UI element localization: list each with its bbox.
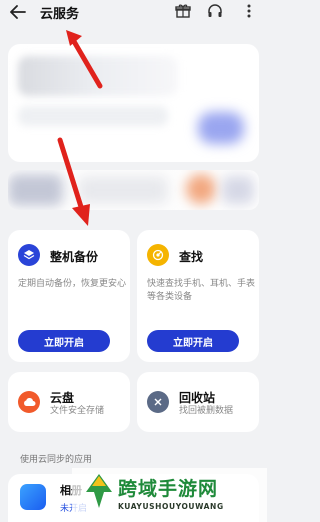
blurred-upgrade-button (198, 112, 244, 144)
annotation-arrow-icon (57, 137, 90, 226)
backup-desc: 定期自动备份，恢复更安心 (18, 279, 127, 289)
annotation-arrow-icon (66, 30, 103, 89)
recycle-bin-title: 回收站 (179, 391, 216, 405)
backup-enable-button[interactable]: 立即开启 (18, 330, 110, 352)
find-title: 查找 (179, 250, 204, 264)
recycle-bin-card[interactable]: 回收站 找回被删数据 (137, 372, 259, 432)
account-card[interactable] (8, 44, 259, 162)
back-arrow-icon[interactable] (8, 3, 28, 21)
top-bar: 云服务 (0, 0, 267, 28)
blurred-storage-info (18, 106, 168, 126)
backup-card[interactable]: 整机备份 定期自动备份，恢复更安心 立即开启 (8, 230, 130, 362)
recycle-icon (147, 391, 169, 413)
gallery-app-icon (20, 484, 46, 510)
more-vertical-icon[interactable] (240, 3, 258, 19)
watermark-text: 跨域手游网 (118, 478, 219, 500)
blurred-banner (8, 170, 259, 210)
synced-apps-label: 使用云同步的应用 (20, 455, 93, 465)
find-card[interactable]: 查找 快速查找手机、耳机、手表等各类设备 立即开启 (137, 230, 259, 362)
cloud-drive-title: 云盘 (50, 391, 75, 405)
recycle-bin-desc: 找回被删数据 (179, 406, 234, 416)
find-enable-button[interactable]: 立即开启 (147, 330, 239, 352)
backup-title: 整机备份 (50, 250, 99, 264)
watermark-logo-icon (86, 474, 112, 508)
cloud-icon (18, 391, 40, 413)
gift-icon[interactable] (174, 3, 192, 19)
watermark-subtext: KUAYUSHOUYOUWANG (118, 502, 224, 511)
page-title: 云服务 (40, 7, 80, 22)
headset-icon[interactable] (206, 3, 224, 19)
find-desc: 快速查找手机、耳机、手表等各类设备 (147, 279, 256, 302)
radar-icon (147, 244, 169, 266)
watermark: 跨域手游网 KUAYUSHOUYOUWANG (72, 468, 267, 522)
layers-icon (18, 244, 40, 266)
cloud-drive-card[interactable]: 云盘 文件安全存储 (8, 372, 130, 432)
cloud-drive-desc: 文件安全存储 (50, 406, 105, 416)
